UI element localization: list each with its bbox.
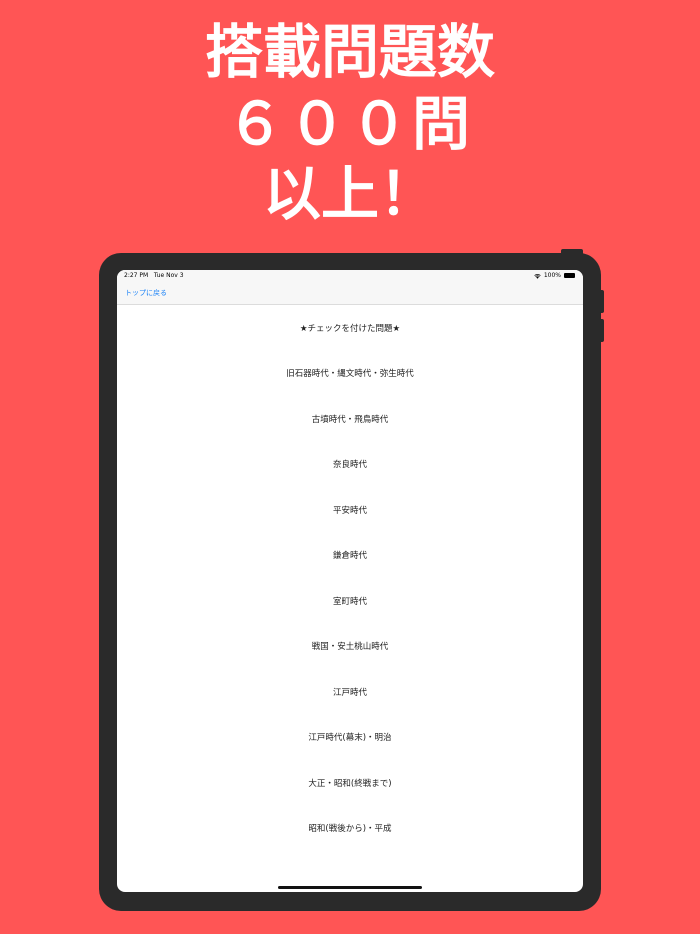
menu-item-edo-bakumatsu-meiji[interactable]: 江戸時代(幕末)・明治 bbox=[117, 715, 583, 761]
battery-icon bbox=[564, 273, 575, 278]
menu-item-taisho-showa-prewar[interactable]: 大正・昭和(終戦まで) bbox=[117, 760, 583, 806]
status-time-text: 2:27 PM bbox=[124, 272, 149, 279]
wifi-icon bbox=[534, 273, 541, 279]
promo-headline-line3: 以上！ bbox=[262, 160, 437, 228]
navigation-bar: トップに戻る bbox=[117, 282, 583, 305]
menu-item-checked-questions[interactable]: ★チェックを付けた問題★ bbox=[117, 305, 583, 351]
status-bar: 2:27 PM Tue Nov 3 100% bbox=[117, 270, 583, 282]
status-date-text: Tue Nov 3 bbox=[153, 272, 184, 279]
back-to-top-button[interactable]: トップに戻る bbox=[125, 288, 167, 298]
menu-item-paleolithic-jomon-yayoi[interactable]: 旧石器時代・縄文時代・弥生時代 bbox=[117, 351, 583, 397]
home-indicator[interactable] bbox=[278, 886, 422, 889]
promo-headline-line2: ６００問 bbox=[225, 90, 474, 158]
menu-item-nara[interactable]: 奈良時代 bbox=[117, 442, 583, 488]
menu-item-muromachi[interactable]: 室町時代 bbox=[117, 578, 583, 624]
status-time: 2:27 PM Tue Nov 3 bbox=[124, 272, 184, 279]
battery-percent: 100% bbox=[543, 272, 561, 279]
menu-item-kofun-asuka[interactable]: 古墳時代・飛鳥時代 bbox=[117, 396, 583, 442]
promo-headline-line1: 搭載問題数 bbox=[204, 18, 495, 86]
menu-item-sengoku-azuchi-momoyama[interactable]: 戦国・安土桃山時代 bbox=[117, 624, 583, 670]
era-menu-list: ★チェックを付けた問題★ 旧石器時代・縄文時代・弥生時代 古墳時代・飛鳥時代 奈… bbox=[117, 305, 583, 851]
status-indicators: 100% bbox=[534, 272, 575, 279]
menu-item-heian[interactable]: 平安時代 bbox=[117, 487, 583, 533]
menu-item-edo[interactable]: 江戸時代 bbox=[117, 669, 583, 715]
menu-item-showa-postwar-heisei[interactable]: 昭和(戦後から)・平成 bbox=[117, 806, 583, 852]
menu-item-kamakura[interactable]: 鎌倉時代 bbox=[117, 533, 583, 579]
app-screen: 2:27 PM Tue Nov 3 100% トップに戻る ★チェックを付けた問… bbox=[117, 270, 583, 892]
